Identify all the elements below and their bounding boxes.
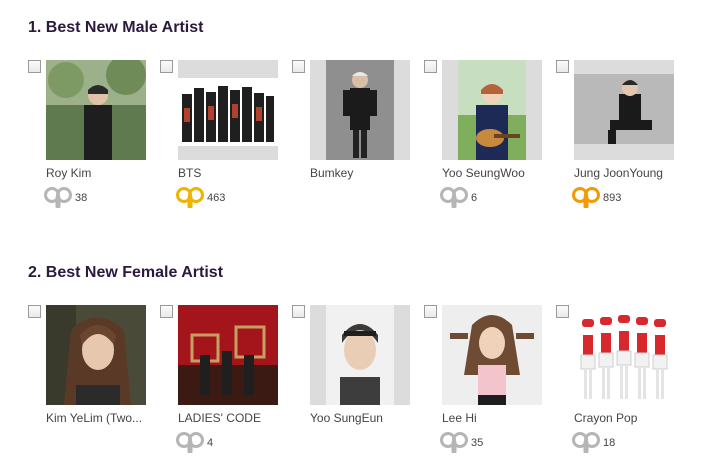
vote-count: 18 (603, 437, 616, 449)
select-checkbox[interactable] (28, 60, 41, 73)
gray-vote-icon[interactable] (440, 432, 468, 454)
artist-photo[interactable] (574, 60, 674, 160)
select-checkbox[interactable] (556, 60, 569, 73)
vote-count: 893 (603, 192, 622, 204)
select-checkbox[interactable] (28, 305, 41, 318)
artist-card: Bumkey (292, 60, 412, 220)
gray-vote-icon[interactable] (44, 187, 72, 209)
artist-card: Yoo SungEun (292, 305, 412, 465)
artist-name[interactable]: Jung JoonYoung (574, 166, 684, 180)
select-checkbox[interactable] (160, 305, 173, 318)
vote-count: 6 (471, 192, 478, 204)
artist-name[interactable]: LADIES' CODE (178, 411, 288, 425)
artist-name[interactable]: Bumkey (310, 166, 420, 180)
artist-name[interactable]: Roy Kim (46, 166, 156, 180)
gold-vote-icon[interactable] (176, 187, 204, 209)
artist-photo[interactable] (310, 305, 410, 405)
artist-photo[interactable] (46, 305, 146, 405)
artist-card: Yoo SeungWoo 6 (424, 60, 544, 220)
artist-card: LADIES' CODE 4 (160, 305, 280, 465)
section-title: 2. Best New Female Artist (28, 264, 224, 281)
gray-vote-icon[interactable] (176, 432, 204, 454)
orange-vote-icon[interactable] (572, 187, 600, 209)
artist-card: Jung JoonYoung 893 (556, 60, 676, 220)
gray-vote-icon[interactable] (572, 432, 600, 454)
vote-group: 4 (176, 432, 213, 454)
select-checkbox[interactable] (292, 305, 305, 318)
artist-name[interactable]: Crayon Pop (574, 411, 684, 425)
artist-name[interactable]: Yoo SeungWoo (442, 166, 552, 180)
artist-card: Roy Kim 38 (28, 60, 148, 220)
select-checkbox[interactable] (556, 305, 569, 318)
artist-name[interactable]: Yoo SungEun (310, 411, 420, 425)
vote-count: 463 (207, 192, 226, 204)
artist-card: Lee Hi 35 (424, 305, 544, 465)
vote-group: 35 (440, 432, 483, 454)
section-title: 1. Best New Male Artist (28, 19, 204, 36)
vote-group: 6 (440, 187, 477, 209)
artist-photo[interactable] (310, 60, 410, 160)
artist-card: BTS 463 (160, 60, 280, 220)
artist-photo[interactable] (442, 305, 542, 405)
artist-name[interactable]: Kim YeLim (Two... (46, 411, 156, 425)
gray-vote-icon[interactable] (440, 187, 468, 209)
select-checkbox[interactable] (424, 305, 437, 318)
artist-photo[interactable] (178, 60, 278, 160)
vote-count: 38 (75, 192, 88, 204)
artist-photo[interactable] (46, 60, 146, 160)
vote-count: 35 (471, 437, 484, 449)
artist-photo[interactable] (574, 305, 674, 405)
artist-photo[interactable] (442, 60, 542, 160)
vote-group: 893 (572, 187, 621, 209)
artist-name[interactable]: BTS (178, 166, 288, 180)
vote-count: 4 (207, 437, 214, 449)
artist-photo[interactable] (178, 305, 278, 405)
select-checkbox[interactable] (424, 60, 437, 73)
vote-group: 18 (572, 432, 615, 454)
artist-name[interactable]: Lee Hi (442, 411, 552, 425)
select-checkbox[interactable] (160, 60, 173, 73)
artist-card: Crayon Pop 18 (556, 305, 676, 465)
vote-group: 38 (44, 187, 87, 209)
vote-group: 463 (176, 187, 225, 209)
select-checkbox[interactable] (292, 60, 305, 73)
artist-card: Kim YeLim (Two... (28, 305, 148, 465)
